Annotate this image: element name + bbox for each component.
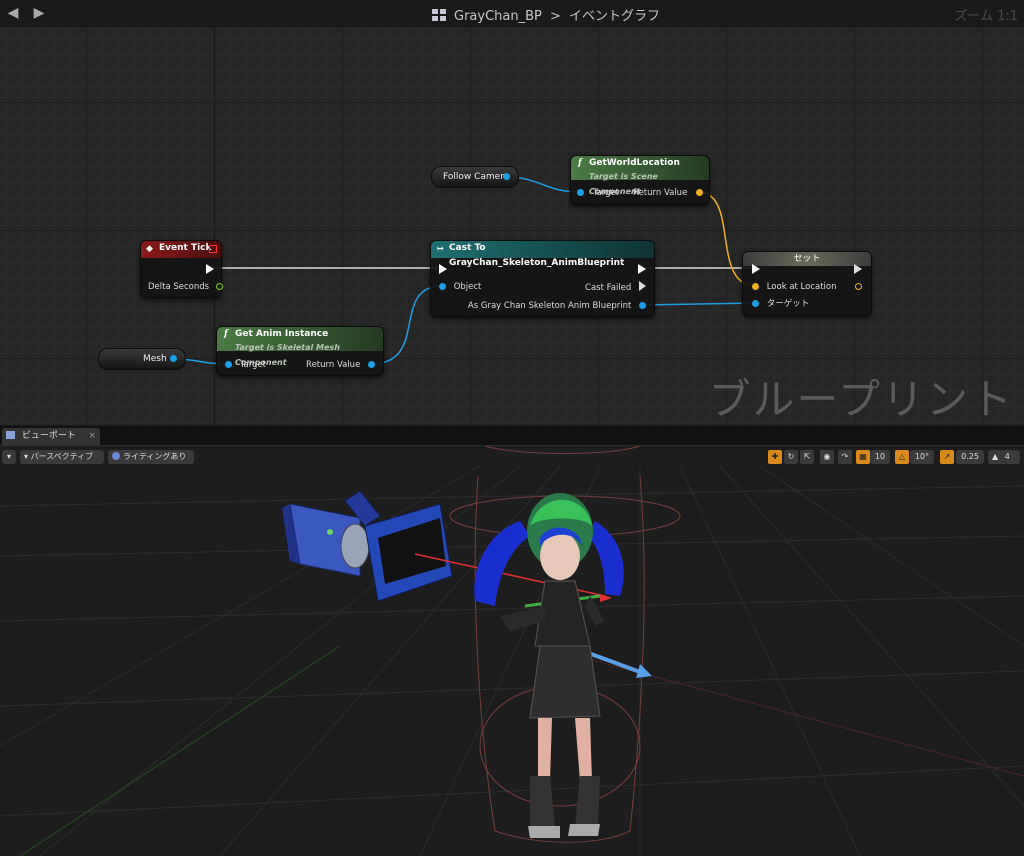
blueprint-watermark: ブループリント xyxy=(708,375,1014,424)
3d-viewport[interactable]: ▾ ▾ パースペクティブ ライティングあり ✚ ↻ ⇱ ◉ ↷ ▦ 10 △ 1… xyxy=(0,446,1024,856)
lighting-button[interactable]: ライティングあり xyxy=(108,450,194,464)
perspective-button[interactable]: ▾ パースペクティブ xyxy=(20,450,104,464)
camera-model xyxy=(282,490,453,602)
object-pin-icon[interactable] xyxy=(577,189,584,196)
mesh-variable[interactable]: Mesh xyxy=(98,348,186,370)
delta-seconds-row: Delta Seconds xyxy=(148,281,223,293)
get-world-location-node[interactable]: f GetWorldLocation Target is Scene Compo… xyxy=(570,155,710,205)
cast-as-row: As Gray Chan Skeleton Anim Blueprint xyxy=(468,300,646,312)
gwl-target-row: Target xyxy=(577,187,619,199)
lighting-label: ライティングあり xyxy=(123,452,187,461)
set-title: セット xyxy=(793,254,821,264)
world-local-icon[interactable]: ◉ xyxy=(820,450,834,464)
event-tick-node[interactable]: ◆ Event Tick Delta Seconds xyxy=(140,240,223,298)
exec-in-pin[interactable] xyxy=(439,264,447,274)
rotate-tool-icon[interactable]: ↻ xyxy=(784,450,798,464)
mesh-label: Mesh xyxy=(143,354,167,364)
cast-object-label: Object xyxy=(453,282,482,292)
viewport-tab-label: ビューポート xyxy=(21,431,76,441)
vector-pin-icon[interactable] xyxy=(696,189,703,196)
grid-snap-icon[interactable]: ▦ xyxy=(856,450,870,464)
set-location-row: Look at Location xyxy=(752,281,837,293)
close-icon[interactable]: × xyxy=(88,428,96,445)
translate-tool-icon[interactable]: ✚ xyxy=(768,450,782,464)
set-header: セット xyxy=(743,252,871,266)
scale-snap-icon[interactable]: ↗ xyxy=(940,450,954,464)
cast-object-row: Object xyxy=(439,281,481,293)
cast-failed-label: Cast Failed xyxy=(585,283,632,293)
set-target-row: ターゲット xyxy=(752,298,809,310)
cast-as-label: As Gray Chan Skeleton Anim Blueprint xyxy=(467,301,632,311)
gai-target-label: Target xyxy=(239,360,266,370)
camera-speed-value: 4 xyxy=(1004,452,1010,461)
gai-return-label: Return Value xyxy=(306,360,361,370)
function-icon: f xyxy=(224,329,228,339)
object-pin-icon[interactable] xyxy=(752,300,759,307)
viewport-tab-bar: ビューポート × xyxy=(0,426,1024,446)
object-pin-icon[interactable] xyxy=(439,283,446,290)
object-wire-cast-to-target xyxy=(640,302,757,306)
set-target-label: ターゲット xyxy=(766,299,810,309)
camera-speed-icon: ▲ xyxy=(992,452,999,461)
function-icon: f xyxy=(578,158,582,168)
exec-in-pin[interactable] xyxy=(752,264,760,274)
cast-failed-row: Cast Failed xyxy=(585,281,646,293)
object-pin-icon[interactable] xyxy=(170,355,177,362)
get-anim-instance-title: Get Anim Instance xyxy=(235,329,329,339)
tab-viewport[interactable]: ビューポート × xyxy=(2,428,100,445)
cast-header: ↦ Cast To GrayChan_Skeleton_AnimBlueprin… xyxy=(431,241,654,268)
delta-seconds-label: Delta Seconds xyxy=(148,282,210,292)
get-world-location-header: f GetWorldLocation Target is Scene Compo… xyxy=(571,156,709,196)
object-pin-icon[interactable] xyxy=(225,361,232,368)
follow-camera-variable[interactable]: Follow Camera xyxy=(431,166,519,188)
object-pin-icon[interactable] xyxy=(368,361,375,368)
rotation-snap-value[interactable]: 10° xyxy=(910,450,934,464)
object-pin-icon[interactable] xyxy=(503,173,510,180)
cast-node[interactable]: ↦ Cast To GrayChan_Skeleton_AnimBlueprin… xyxy=(430,240,655,317)
set-node[interactable]: セット Look at Location ターゲット xyxy=(742,251,872,316)
grid-snap-value[interactable]: 10 xyxy=(870,450,890,464)
gwl-target-label: Target xyxy=(592,188,619,198)
cast-title: Cast To GrayChan_Skeleton_AnimBlueprint xyxy=(449,243,625,268)
viewport-panel: ビューポート × ▾ ▾ パースペクティブ ライティングあり ✚ ↻ ⇱ ◉ ↷… xyxy=(0,426,1024,856)
object-pin-icon[interactable] xyxy=(639,302,646,309)
scale-tool-icon[interactable]: ⇱ xyxy=(800,450,814,464)
cast-arrow-icon: ↦ xyxy=(437,244,444,253)
follow-camera-label: Follow Camera xyxy=(443,172,510,182)
vector-out-pin-icon[interactable] xyxy=(855,283,862,290)
gwl-return-label: Return Value xyxy=(633,188,688,198)
exec-failed-pin[interactable] xyxy=(639,281,646,291)
viewport-options-button[interactable]: ▾ xyxy=(2,450,16,464)
gwl-return-row: Return Value xyxy=(633,187,703,199)
lighting-icon xyxy=(112,452,120,460)
exec-out-pin[interactable] xyxy=(638,264,646,274)
exec-out-pin[interactable] xyxy=(854,264,862,274)
camera-speed-button[interactable]: ▲ 4 xyxy=(988,450,1020,464)
viewport-scene xyxy=(0,446,1024,856)
get-anim-instance-node[interactable]: f Get Anim Instance Target is Skeletal M… xyxy=(216,326,384,376)
surface-snap-icon[interactable]: ↷ xyxy=(838,450,852,464)
event-tick-header: ◆ Event Tick xyxy=(141,241,221,258)
scale-snap-value[interactable]: 0.25 xyxy=(956,450,984,464)
blueprint-graph-panel[interactable]: ◀ ▶ GrayChan_BP > イベントグラフ ズーム 1:1 ◆ Even… xyxy=(0,0,1024,425)
get-anim-instance-header: f Get Anim Instance Target is Skeletal M… xyxy=(217,327,383,367)
vector-pin-icon[interactable] xyxy=(752,283,759,290)
exec-out-pin[interactable] xyxy=(206,264,214,274)
set-location-label: Look at Location xyxy=(766,282,837,292)
get-world-location-title: GetWorldLocation xyxy=(589,158,680,168)
event-tick-title: Event Tick xyxy=(159,243,212,253)
float-pin-icon[interactable] xyxy=(215,283,223,290)
event-diamond-icon: ◆ xyxy=(146,244,153,254)
gai-target-row: Target xyxy=(225,359,266,371)
delegate-pin-icon[interactable] xyxy=(209,245,217,253)
perspective-label: パースペクティブ xyxy=(30,452,94,461)
gai-return-row: Return Value xyxy=(306,359,375,371)
viewport-tab-icon xyxy=(6,431,15,439)
rotation-snap-icon[interactable]: △ xyxy=(895,450,909,464)
